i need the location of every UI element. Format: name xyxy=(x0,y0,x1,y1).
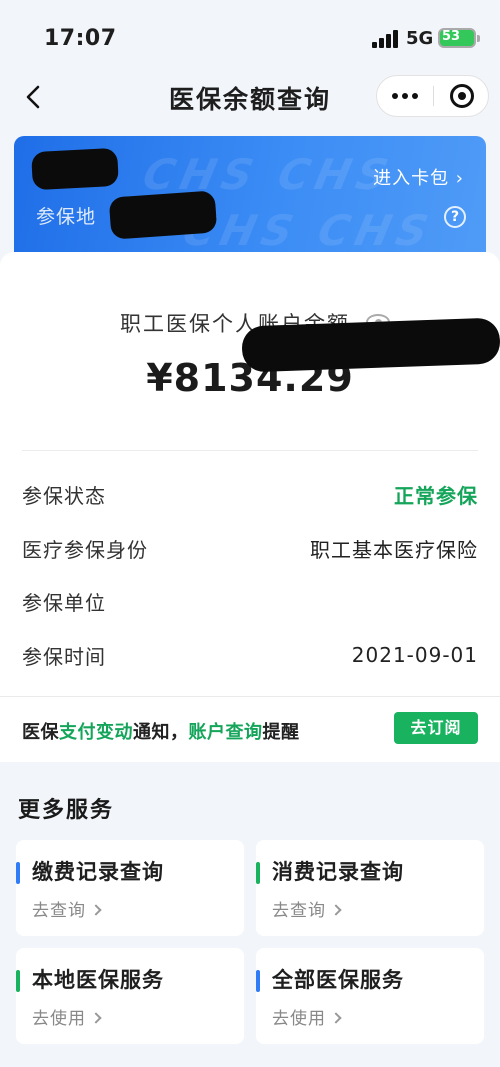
service-action[interactable]: 去查询 xyxy=(32,896,102,921)
info-value: 职工基本医疗保险 xyxy=(310,537,478,562)
info-value: 正常参保 xyxy=(394,483,478,508)
help-icon[interactable]: ? xyxy=(444,206,466,228)
info-label: 参保状态 xyxy=(22,483,106,508)
info-row-identity: 医疗参保身份 职工基本医疗保险 xyxy=(22,528,478,568)
accent-bar xyxy=(256,970,260,992)
info-row-employer: 参保单位 xyxy=(22,581,478,621)
service-all-insurance[interactable]: 全部医保服务 去使用 xyxy=(256,948,484,1044)
signal-icon xyxy=(372,30,400,48)
redacted-employer xyxy=(241,317,500,373)
accent-bar xyxy=(256,862,260,884)
service-consumption-records[interactable]: 消费记录查询 去查询 xyxy=(256,840,484,936)
subscribe-button[interactable]: 去订阅 xyxy=(394,712,478,744)
redacted-name xyxy=(31,147,119,191)
status-bar: 17:07 5G 53 xyxy=(0,0,500,70)
chevron-right-icon xyxy=(90,1012,102,1024)
battery-level: 53 xyxy=(442,29,461,44)
mini-program-capsule xyxy=(376,75,489,117)
status-time: 17:07 xyxy=(44,26,117,51)
divider xyxy=(0,696,500,697)
info-label: 医疗参保身份 xyxy=(22,537,148,562)
info-label: 参保单位 xyxy=(22,590,106,615)
close-mini-program-icon[interactable] xyxy=(450,84,474,108)
subscribe-notice: 医保支付变动通知，账户查询提醒 xyxy=(22,722,300,743)
info-row-status: 参保状态 正常参保 xyxy=(22,474,478,514)
info-row-date: 参保时间 2021-09-01 xyxy=(22,635,478,675)
service-title: 全部医保服务 xyxy=(272,968,404,992)
chevron-right-icon xyxy=(90,904,102,916)
redacted-area xyxy=(108,190,218,240)
service-action[interactable]: 去查询 xyxy=(272,896,342,921)
service-payment-records[interactable]: 缴费记录查询 去查询 xyxy=(16,840,244,936)
service-action[interactable]: 去使用 xyxy=(272,1004,342,1029)
chevron-right-icon xyxy=(330,1012,342,1024)
insurance-card: CHS CHS CHS CHS 参保地 进入卡包 › ? xyxy=(14,136,486,266)
service-title: 消费记录查询 xyxy=(272,860,404,884)
battery-icon: 53 xyxy=(438,28,480,48)
accent-bar xyxy=(16,970,20,992)
service-local-insurance[interactable]: 本地医保服务 去使用 xyxy=(16,948,244,1044)
info-label: 参保时间 xyxy=(22,644,106,669)
info-value: 2021-09-01 xyxy=(351,643,478,667)
nav-bar: 医保余额查询 xyxy=(0,70,500,126)
insured-area-label: 参保地 xyxy=(36,206,97,228)
network-type: 5G xyxy=(406,28,434,49)
accent-bar xyxy=(16,862,20,884)
card-pattern: CHS CHS xyxy=(178,206,439,255)
more-services-title: 更多服务 xyxy=(18,798,115,823)
chevron-right-icon xyxy=(330,904,342,916)
service-action[interactable]: 去使用 xyxy=(32,1004,102,1029)
service-title: 本地医保服务 xyxy=(32,968,164,992)
more-icon[interactable] xyxy=(377,76,433,116)
card-pattern: CHS CHS xyxy=(138,150,399,199)
divider xyxy=(22,450,478,451)
card-wallet-link[interactable]: 进入卡包 › xyxy=(373,164,464,190)
service-title: 缴费记录查询 xyxy=(32,860,164,884)
